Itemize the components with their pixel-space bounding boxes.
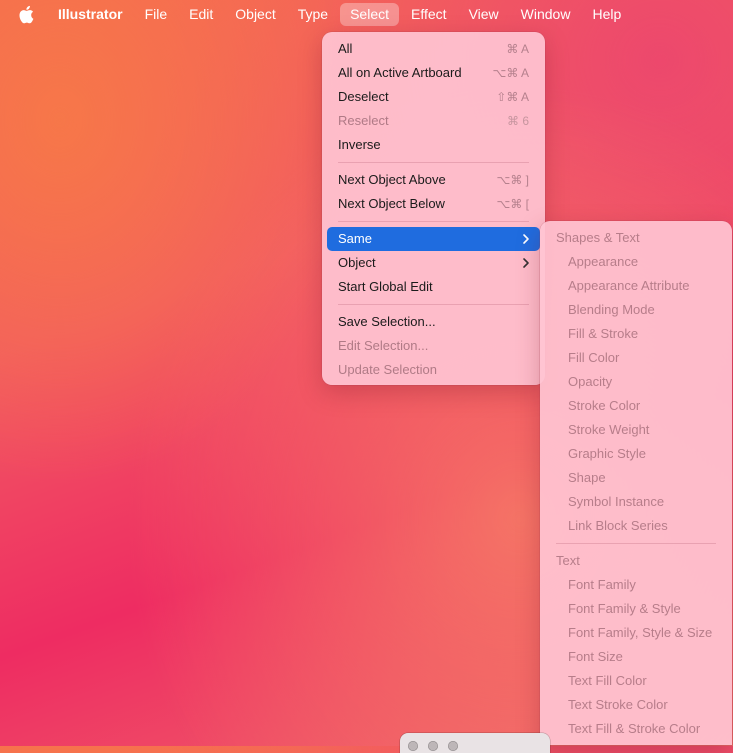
menu-item-label: Start Global Edit [338,279,433,294]
submenu-item-shape: Shape [568,470,606,485]
menu-item-label: Edit Selection... [338,338,429,353]
menubar-select[interactable]: Select [340,3,400,26]
menu-separator [338,162,529,163]
menu-item-label: Inverse [338,137,381,152]
menu-item-label: Save Selection... [338,314,436,329]
menu-item-reselect: Reselect ⌘ 6 [327,109,540,133]
submenu-item-font-family-style-size: Font Family, Style & Size [568,625,713,640]
apple-logo-icon[interactable] [18,5,36,25]
menu-item-label: Next Object Below [338,196,445,211]
menu-item-next-object-above[interactable]: Next Object Above ⌥⌘ ] [327,168,540,192]
menubar-view[interactable]: View [459,3,509,26]
partial-window [400,733,550,753]
submenu-item-stroke-weight: Stroke Weight [568,422,650,437]
menu-item-all[interactable]: All ⌘ A [327,37,540,61]
menu-item-deselect[interactable]: Deselect ⇧⌘ A [327,85,540,109]
submenu-item-text-fill-color: Text Fill Color [568,673,647,688]
shortcut-label: ⌥⌘ [ [496,197,530,211]
submenu-item-graphic-style: Graphic Style [568,446,647,461]
menu-item-next-object-below[interactable]: Next Object Below ⌥⌘ [ [327,192,540,216]
submenu-item-font-family: Font Family [568,577,636,592]
menu-separator [338,221,529,222]
shortcut-label: ⌘ 6 [506,114,529,128]
menu-item-all-on-active-artboard[interactable]: All on Active Artboard ⌥⌘ A [327,61,540,85]
menubar-edit[interactable]: Edit [179,3,223,26]
menu-item-label: All on Active Artboard [338,65,462,80]
close-window-button[interactable] [408,741,418,751]
menu-bar: Illustrator File Edit Object Type Select… [0,0,733,29]
submenu-item-text-stroke-color: Text Stroke Color [568,697,668,712]
menubar-object[interactable]: Object [225,3,285,26]
shortcut-label: ⌥⌘ A [492,66,529,80]
submenu-item-opacity: Opacity [568,374,613,389]
menu-separator [338,304,529,305]
submenu-item-font-size: Font Size [568,649,623,664]
submenu-item-font-family-style: Font Family & Style [568,601,681,616]
menubar-type[interactable]: Type [288,3,338,26]
menu-item-start-global-edit[interactable]: Start Global Edit [327,275,540,299]
submenu-section-header: Shapes & Text [556,230,640,245]
menu-item-save-selection[interactable]: Save Selection... [327,310,540,334]
menubar-window[interactable]: Window [511,3,581,26]
menu-item-inverse[interactable]: Inverse [327,133,540,157]
menu-item-edit-selection: Edit Selection... [327,334,540,358]
menu-separator [556,543,716,544]
menu-item-label: Object [338,255,376,270]
menu-item-update-selection: Update Selection [327,358,540,382]
menubar-file[interactable]: File [135,3,178,26]
shortcut-label: ⌘ A [506,42,529,56]
submenu-item-blending-mode: Blending Mode [568,302,655,317]
submenu-item-appearance: Appearance [568,254,639,269]
menu-item-same[interactable]: Same [327,227,540,251]
submenu-section-header: Text [556,553,580,568]
submenu-item-link-block-series: Link Block Series [568,518,668,533]
menu-item-label: Same [338,231,372,246]
submenu-item-fill-stroke: Fill & Stroke [568,326,639,341]
zoom-window-button[interactable] [448,741,458,751]
select-menu: All ⌘ A All on Active Artboard ⌥⌘ A Dese… [322,32,545,385]
menu-item-label: Reselect [338,113,389,128]
submenu-item-text-fill-stroke-color: Text Fill & Stroke Color [568,721,701,736]
submenu-item-symbol-instance: Symbol Instance [568,494,665,509]
menu-item-label: Deselect [338,89,389,104]
menu-item-object[interactable]: Object [327,251,540,275]
shortcut-label: ⌥⌘ ] [496,173,530,187]
submenu-item-fill-color: Fill Color [568,350,620,365]
menu-item-label: Next Object Above [338,172,446,187]
same-submenu: Shapes & Text Appearance Appearance Attr… [540,221,732,745]
submenu-item-stroke-color: Stroke Color [568,398,641,413]
shortcut-label: ⇧⌘ A [496,90,529,104]
minimize-window-button[interactable] [428,741,438,751]
menu-item-label: All [338,41,353,56]
menubar-help[interactable]: Help [582,3,631,26]
menu-item-label: Update Selection [338,362,438,377]
menubar-app-name[interactable]: Illustrator [48,3,133,26]
submenu-item-appearance-attribute: Appearance Attribute [568,278,690,293]
menubar-effect[interactable]: Effect [401,3,457,26]
